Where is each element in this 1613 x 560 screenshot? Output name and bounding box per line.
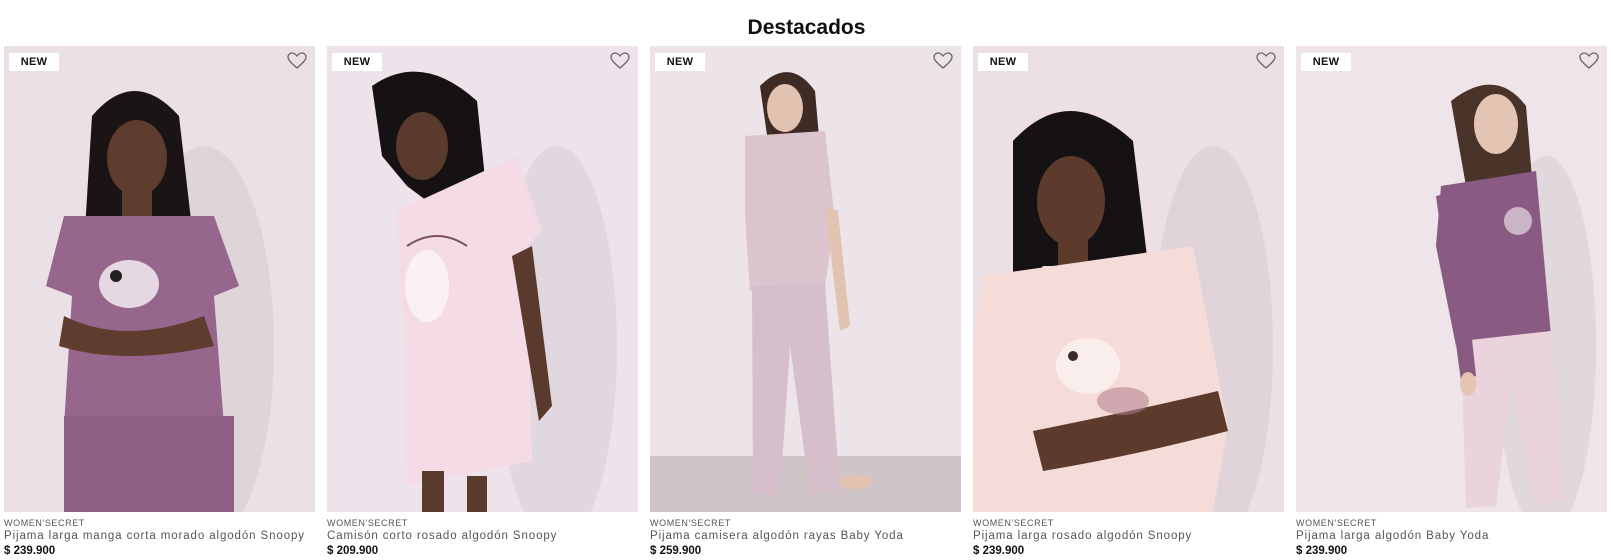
product-image[interactable]: NEW — [327, 46, 638, 512]
product-name[interactable]: Pijama larga rosado algodón Snoopy — [973, 529, 1284, 544]
product-brand: WOMEN'SECRET — [973, 518, 1054, 528]
heart-outline-icon[interactable] — [933, 52, 953, 70]
product-image[interactable]: NEW — [973, 46, 1284, 512]
heart-outline-icon[interactable] — [1579, 52, 1599, 70]
product-photo — [1296, 46, 1607, 512]
new-badge: NEW — [1301, 53, 1351, 71]
product-image[interactable]: NEW — [1296, 46, 1607, 512]
product-card[interactable]: NEW WOMEN'SECRET Pijama larga rosado alg… — [973, 46, 1284, 560]
product-name[interactable]: Pijama larga manga corta morado algodón … — [4, 529, 315, 544]
heart-outline-icon[interactable] — [610, 52, 630, 70]
product-name[interactable]: Camisón corto rosado algodón Snoopy — [327, 529, 638, 544]
new-badge: NEW — [9, 53, 59, 71]
product-card[interactable]: NEW WOMEN'SECRET Pijama camisera algodón… — [650, 46, 961, 560]
product-name[interactable]: Pijama camisera algodón rayas Baby Yoda — [650, 529, 961, 544]
product-price: $ 209.900 — [327, 545, 379, 557]
product-photo — [973, 46, 1284, 512]
heart-outline-icon[interactable] — [287, 52, 307, 70]
product-brand: WOMEN'SECRET — [4, 518, 85, 528]
product-photo — [327, 46, 638, 512]
product-image[interactable]: NEW — [4, 46, 315, 512]
new-badge: NEW — [978, 53, 1028, 71]
heart-outline-icon[interactable] — [1256, 52, 1276, 70]
product-card[interactable]: NEW WOMEN'SECRET Pijama larga manga cort… — [4, 46, 315, 560]
new-badge: NEW — [655, 53, 705, 71]
product-brand: WOMEN'SECRET — [650, 518, 731, 528]
product-grid: NEW WOMEN'SECRET Pijama larga manga cort… — [4, 46, 1610, 560]
product-card[interactable]: NEW WOMEN'SECRET Pijama larga algodón Ba… — [1296, 46, 1607, 560]
product-price: $ 239.900 — [973, 545, 1025, 557]
product-price: $ 259.900 — [650, 545, 702, 557]
product-card[interactable]: NEW WOMEN'SECRET Camisón corto rosado al… — [327, 46, 638, 560]
section-title: Destacados — [747, 16, 866, 39]
new-badge: NEW — [332, 53, 382, 71]
product-name[interactable]: Pijama larga algodón Baby Yoda — [1296, 529, 1607, 544]
product-brand: WOMEN'SECRET — [327, 518, 408, 528]
product-photo — [4, 46, 315, 512]
product-price: $ 239.900 — [4, 545, 56, 557]
product-photo — [650, 46, 961, 512]
product-price: $ 239.900 — [1296, 545, 1348, 557]
product-brand: WOMEN'SECRET — [1296, 518, 1377, 528]
product-image[interactable]: NEW — [650, 46, 961, 512]
